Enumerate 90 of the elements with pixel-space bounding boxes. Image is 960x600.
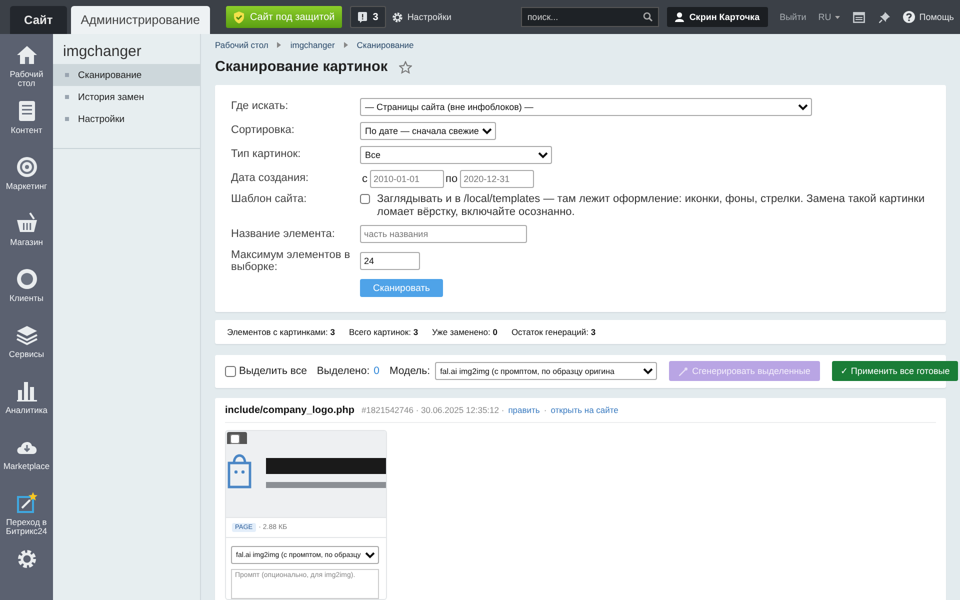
submenu-item[interactable]: Настройки	[53, 108, 200, 130]
stat-text: Остаток генераций: 3	[511, 326, 596, 337]
settings-link[interactable]: Настройки	[386, 12, 458, 22]
stat-text: Уже заменено: 0	[432, 326, 498, 337]
stat-text: Всего картинок: 3	[348, 326, 418, 337]
page-title: Сканирование картинок	[215, 59, 388, 76]
nav-label: Аналитика	[4, 406, 49, 416]
nav-item[interactable]: Marketplace	[0, 432, 53, 488]
element-name-field[interactable]: часть названия	[360, 225, 527, 244]
nav-label: Marketplace	[2, 462, 51, 472]
nav-item[interactable]: Переход в Битрикс24	[0, 488, 53, 544]
selected-count: 0	[374, 365, 380, 378]
item-link[interactable]: открыть на сайте	[550, 405, 618, 415]
select-all-checkbox[interactable]	[225, 366, 236, 377]
notification-icon	[358, 12, 367, 22]
apply-button[interactable]: ✓ Применить все готовые	[832, 361, 958, 382]
date-to-field[interactable]: 2020-12-31	[460, 170, 534, 188]
date-to-label: по	[446, 172, 458, 185]
nav-label: Магазин	[9, 238, 44, 248]
templates-checkbox[interactable]	[360, 194, 370, 204]
nav-label: Маркетинг	[4, 182, 48, 192]
submenu-item[interactable]: История замен	[53, 86, 200, 108]
top-tab[interactable]: Сайт	[10, 6, 67, 34]
date-from-field[interactable]: 2010-01-01	[370, 170, 444, 188]
logout-link[interactable]: Выйти	[774, 12, 812, 22]
item-link[interactable]: править	[508, 405, 540, 415]
help-link[interactable]: Помощь	[897, 11, 960, 23]
chevron-icon	[344, 42, 348, 48]
nav-item[interactable]: Маркетинг	[0, 152, 53, 208]
bar-chart-icon	[16, 380, 38, 402]
nav-item[interactable]: Аналитика	[0, 376, 53, 432]
shield-icon	[232, 10, 245, 24]
chevron-icon	[277, 42, 282, 48]
module-title: imgchanger	[62, 42, 142, 62]
nav-item[interactable]: Рабочий стол	[0, 40, 53, 96]
nav-item[interactable]: Клиенты	[0, 264, 53, 320]
language-dropdown[interactable]: RU	[812, 12, 846, 22]
location-select[interactable]: — Страницы сайта (вне инфоблоков) —	[360, 98, 812, 116]
notifications-button[interactable]: 3	[350, 6, 386, 28]
date-from-label: с	[362, 172, 368, 185]
field-label: Дата создания:	[231, 172, 310, 186]
nav-label: Клиенты	[8, 294, 45, 304]
nav-item[interactable]: Контент	[0, 96, 53, 152]
breadcrumb-link[interactable]: Рабочий стол	[215, 40, 268, 50]
pin-icon[interactable]	[879, 12, 890, 22]
file-path: include/company_logo.php	[225, 405, 354, 416]
layers-icon	[16, 324, 38, 346]
selected-label: Выделено:	[316, 365, 370, 378]
field-label: Шаблон сайта:	[231, 193, 308, 206]
nav-label: Сервисы	[8, 350, 46, 360]
nav-item[interactable]: Магазин	[0, 208, 53, 264]
edit-star-icon	[16, 492, 38, 514]
nav-item[interactable]: Сервисы	[0, 320, 53, 376]
target-icon	[16, 156, 38, 178]
item-meta: #1821542746 · 30.06.2025 12:35:12 ·	[361, 405, 504, 415]
top-tab[interactable]: Администрирование	[70, 6, 210, 34]
settings-icon	[392, 12, 404, 22]
magic-wand-icon	[679, 366, 688, 376]
help-icon	[903, 11, 916, 23]
search-icon	[643, 12, 654, 22]
basket-icon	[16, 212, 38, 234]
field-label: Максимум элементов в выборке:	[231, 248, 351, 274]
templates-description: Заглядывать и в /local/templates — там лежит оформление: иконки, фоны, стрелки. Замена такой картинки ломает вёрстку, включайте осознанно.	[377, 193, 926, 220]
field-label: Сортировка:	[231, 124, 296, 138]
submenu-item[interactable]: Сканирование	[53, 64, 200, 86]
house-icon	[16, 44, 38, 66]
separator-dot: ·	[544, 405, 547, 415]
sort-select[interactable]: По дате — сначала свежие	[360, 122, 496, 140]
user-button[interactable]: Скрин Карточка	[667, 7, 768, 27]
image-checkbox[interactable]	[230, 434, 240, 444]
model-select[interactable]: fal.ai img2img (с промптом, по образцу оригина	[435, 362, 658, 380]
search-field[interactable]: поиск...	[521, 7, 660, 27]
settings-icon	[16, 548, 38, 570]
select-all-label[interactable]: Выделить все	[239, 365, 307, 378]
field-label: Тип картинок:	[231, 148, 302, 162]
user-icon	[675, 12, 684, 22]
nav-label: Контент	[10, 126, 44, 136]
breadcrumb-link[interactable]: Сканирование	[356, 40, 414, 50]
model-label: Модель:	[389, 365, 430, 378]
max-elements-field[interactable]: 24	[360, 252, 420, 270]
stat-text: Элементов с картинками: 3	[227, 326, 335, 337]
caret-icon	[835, 16, 840, 18]
type-select[interactable]: Все	[360, 146, 552, 164]
field-label: Название элемента:	[231, 228, 336, 240]
window-icon[interactable]	[853, 12, 866, 22]
field-label: Где искать:	[231, 100, 290, 114]
star-icon[interactable]	[398, 60, 412, 74]
nav-label: Переход в Битрикс24	[4, 518, 48, 537]
nav-label: Рабочий стол	[8, 70, 44, 89]
breadcrumb-link[interactable]: imgchanger	[290, 40, 335, 50]
